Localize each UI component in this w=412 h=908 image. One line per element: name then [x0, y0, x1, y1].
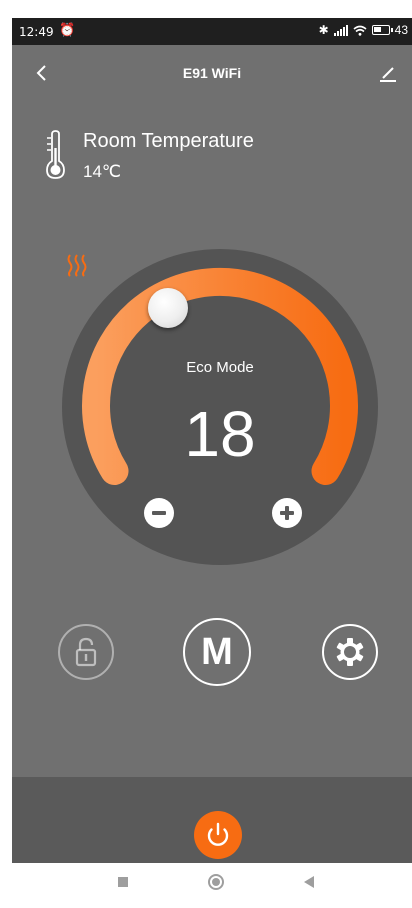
circle-home-icon[interactable] [208, 874, 224, 890]
eco-mode-label: Eco Mode [186, 359, 254, 376]
child-lock-button[interactable] [58, 624, 114, 680]
alarm-clock-icon: ⏰ [59, 22, 76, 37]
status-icons: ✱ 43 [319, 23, 408, 37]
thermostat-screen: 12:49 ⏰ ✱ 43 E91 WiFi Room Temperature 1… [12, 18, 412, 863]
triangle-back-icon[interactable] [304, 876, 314, 888]
power-icon [207, 822, 229, 846]
decrease-temperature-button[interactable] [144, 498, 174, 528]
increase-temperature-button[interactable] [272, 498, 302, 528]
wifi-icon [353, 25, 367, 36]
temperature-slider-handle[interactable] [148, 288, 188, 328]
square-recents-icon[interactable] [118, 877, 128, 887]
cellular-signal-icon [333, 24, 348, 36]
mode-button-label: M [201, 631, 233, 673]
system-navigation-bar [0, 863, 412, 908]
battery-icon [371, 25, 393, 35]
lock-icon [75, 637, 97, 667]
heat-waves-icon [67, 254, 87, 277]
room-temperature-label: Room Temperature [83, 130, 254, 152]
set-temperature-value: 18 [184, 398, 256, 470]
power-button[interactable] [194, 811, 242, 859]
bluetooth-icon: ✱ [318, 23, 329, 37]
gear-icon [336, 638, 364, 666]
bottom-bar [12, 777, 412, 863]
room-temperature-value: 14℃ [83, 162, 122, 181]
top-bar: E91 WiFi [12, 45, 412, 103]
pencil-edit-icon[interactable] [376, 61, 400, 85]
status-time: 12:49 [19, 25, 54, 39]
page-title: E91 WiFi [182, 65, 242, 81]
thermometer-icon [46, 130, 65, 179]
battery-percent: 43 [394, 23, 408, 37]
status-bar: 12:49 ⏰ ✱ 43 [12, 18, 412, 45]
temperature-dial[interactable]: Eco Mode 18 [62, 249, 378, 565]
mode-button[interactable]: M [183, 618, 251, 686]
settings-button[interactable] [322, 624, 378, 680]
